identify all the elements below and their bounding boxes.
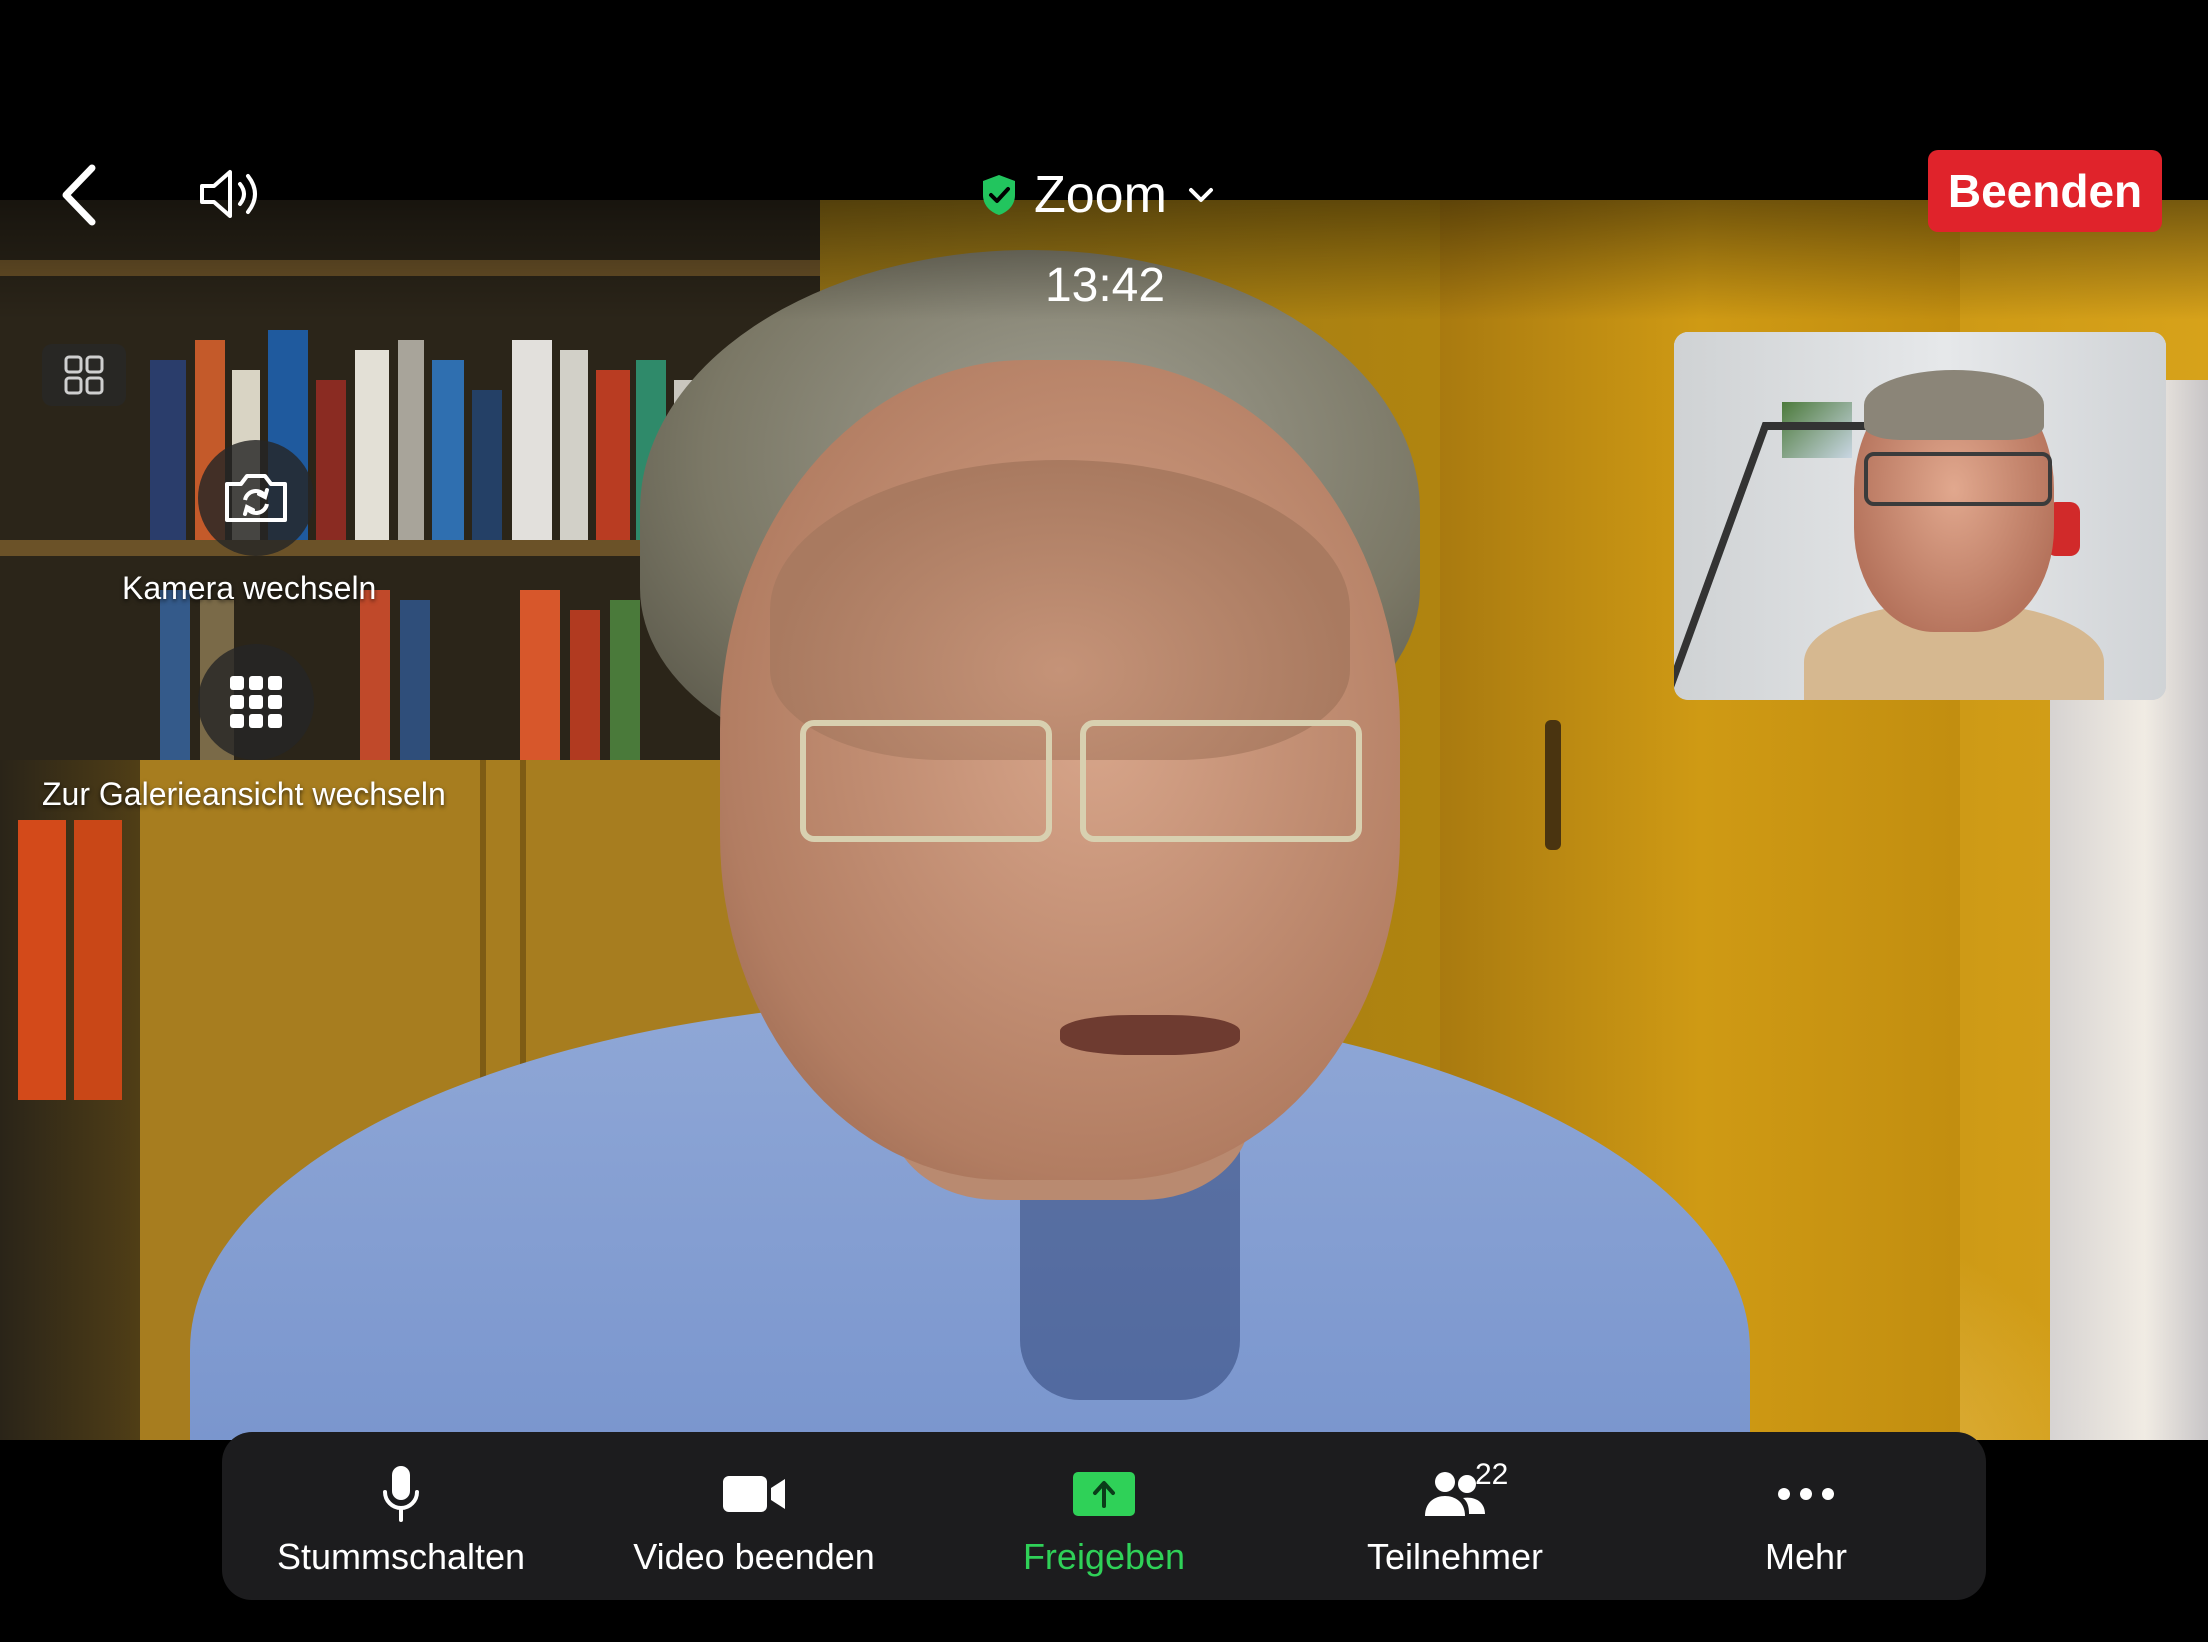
more-label: Mehr bbox=[1764, 1536, 1848, 1577]
gallery-view-label[interactable]: Zur Galerieansicht wechseln bbox=[42, 776, 446, 813]
camera-switch-icon bbox=[225, 474, 287, 522]
shield-check-icon bbox=[983, 175, 1015, 215]
mute-label: Stummschalten bbox=[276, 1536, 526, 1577]
switch-camera-label[interactable]: Kamera wechseln bbox=[122, 570, 376, 607]
chevron-down-icon bbox=[1188, 188, 1213, 202]
participants-count-badge: 22 bbox=[1475, 1458, 1509, 1491]
layout-button[interactable] bbox=[42, 344, 126, 406]
participant-glasses bbox=[800, 720, 1052, 842]
grid-3x3-icon bbox=[230, 676, 282, 728]
share-upload-icon bbox=[1073, 1472, 1135, 1516]
meeting-title-dropdown[interactable]: Zoom bbox=[980, 162, 1215, 228]
participants-button[interactable]: 22 Teilnehmer bbox=[1305, 1432, 1605, 1600]
meeting-clock: 13:42 bbox=[1044, 259, 1166, 312]
share-label: Freigeben bbox=[1022, 1536, 1186, 1577]
grid-2x2-icon bbox=[64, 355, 104, 395]
chevron-left-icon bbox=[62, 164, 96, 226]
participants-label: Teilnehmer bbox=[1366, 1536, 1544, 1577]
speaker-button[interactable] bbox=[196, 166, 266, 222]
meeting-toolbar: Stummschalten Video beenden Freigeben 22… bbox=[222, 1432, 1986, 1600]
microphone-icon bbox=[383, 1466, 419, 1522]
door-handle bbox=[1545, 720, 1561, 850]
ellipsis-icon bbox=[1778, 1488, 1834, 1500]
more-button[interactable]: Mehr bbox=[1656, 1432, 1956, 1600]
end-meeting-button[interactable]: Beenden bbox=[1928, 150, 2162, 232]
participant-glasses bbox=[1080, 720, 1362, 842]
video-camera-icon bbox=[723, 1476, 785, 1512]
gallery-view-button[interactable] bbox=[198, 644, 314, 760]
mute-button[interactable]: Stummschalten bbox=[251, 1432, 551, 1600]
share-button[interactable]: Freigeben bbox=[954, 1432, 1254, 1600]
back-button[interactable] bbox=[52, 160, 106, 230]
self-view-thumbnail[interactable] bbox=[1674, 332, 2166, 700]
stop-video-label: Video beenden bbox=[633, 1536, 875, 1577]
speaker-icon bbox=[200, 170, 257, 218]
meeting-title: Zoom bbox=[1034, 166, 1167, 224]
switch-camera-button[interactable] bbox=[198, 440, 314, 556]
stop-video-button[interactable]: Video beenden bbox=[604, 1432, 904, 1600]
